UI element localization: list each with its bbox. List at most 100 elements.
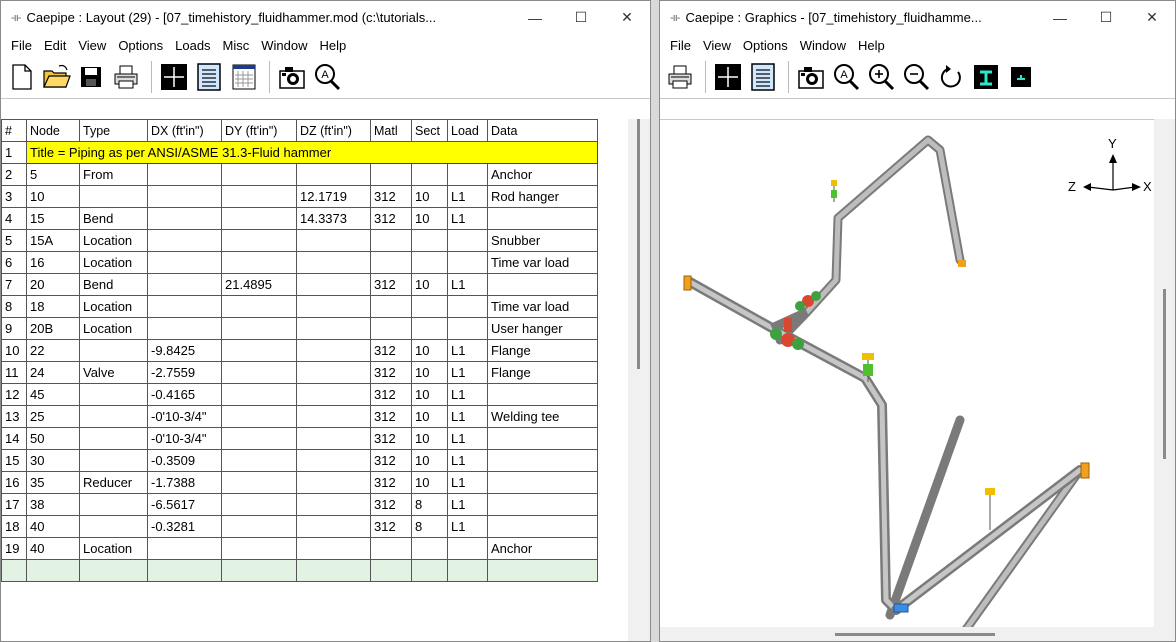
col-header-number[interactable]: # [1,119,27,142]
table-cell[interactable]: Location [79,537,148,560]
menu-view[interactable]: View [72,38,112,53]
table-cell[interactable]: 10 [411,273,448,296]
table-cell[interactable] [147,559,222,582]
table-cell[interactable] [221,207,297,230]
piping-model-view[interactable]: Y Z X [660,120,1156,640]
table-cell[interactable] [221,515,297,538]
table-cell[interactable] [296,427,371,450]
table-cell[interactable]: 15 [26,207,80,230]
table-cell[interactable] [221,251,297,274]
table-cell[interactable] [487,471,598,494]
table-row[interactable]: 16 35 Reducer -1.7388 312 10 L1 [1,471,598,494]
table-cell[interactable]: 312 [370,405,412,428]
zoom-in-icon[interactable] [865,61,897,93]
table-cell[interactable] [296,383,371,406]
list-view-icon[interactable] [193,61,225,93]
table-cell[interactable] [447,559,488,582]
table-cell[interactable] [79,185,148,208]
menu-options[interactable]: Options [112,38,169,53]
table-cell[interactable]: Rod hanger [487,185,598,208]
table-cell[interactable]: 312 [370,361,412,384]
table-cell[interactable] [221,537,297,560]
table-row[interactable]: 6 16 Location Time var load [1,251,598,274]
table-view-icon[interactable] [228,61,260,93]
table-cell[interactable]: -0'10-3/4" [147,427,222,450]
table-cell[interactable]: 312 [370,185,412,208]
table-cell[interactable] [221,493,297,516]
camera-icon[interactable] [276,61,308,93]
table-cell[interactable] [487,449,598,472]
table-cell[interactable]: -6.5617 [147,493,222,516]
table-cell[interactable] [296,537,371,560]
table-cell[interactable] [221,163,297,186]
print-icon[interactable] [664,61,696,93]
table-cell[interactable]: Bend [79,207,148,230]
table-cell[interactable] [79,427,148,450]
table-cell[interactable] [147,185,222,208]
crosshair-icon[interactable] [712,61,744,93]
table-cell[interactable]: L1 [447,185,488,208]
col-header-load[interactable]: Load [447,119,488,142]
table-cell[interactable] [1,559,27,582]
table-cell[interactable]: -1.7388 [147,471,222,494]
table-cell[interactable]: Time var load [487,251,598,274]
table-cell[interactable]: 10 [411,471,448,494]
table-cell[interactable] [447,251,488,274]
table-cell[interactable]: Location [79,317,148,340]
table-cell[interactable]: 10 [411,207,448,230]
table-row[interactable]: 3 10 12.1719 312 10 L1 Rod hanger [1,185,598,208]
table-cell[interactable] [411,537,448,560]
table-cell[interactable]: 20B [26,317,80,340]
menu-file[interactable]: File [5,38,38,53]
table-row[interactable]: 5 15A Location Snubber [1,229,598,252]
table-cell[interactable] [221,295,297,318]
table-cell[interactable] [487,427,598,450]
scrollbar-thumb[interactable] [1163,289,1166,459]
table-cell[interactable] [147,163,222,186]
table-cell[interactable] [221,471,297,494]
table-cell[interactable]: Snubber [487,229,598,252]
table-cell[interactable]: -0.3281 [147,515,222,538]
table-cell[interactable] [447,229,488,252]
table-cell[interactable]: 312 [370,383,412,406]
table-cell[interactable] [447,317,488,340]
table-cell[interactable]: Location [79,229,148,252]
col-header-data[interactable]: Data [487,119,598,142]
table-cell[interactable] [370,163,412,186]
table-cell[interactable]: 20 [26,273,80,296]
table-cell[interactable]: L1 [447,515,488,538]
table-cell[interactable] [487,383,598,406]
graphics-viewport[interactable]: Y Z X [660,119,1156,640]
table-row[interactable]: 10 22 -9.8425 312 10 L1 Flange [1,339,598,362]
table-cell[interactable]: 30 [26,449,80,472]
close-button[interactable]: ✕ [604,1,650,34]
camera-icon[interactable] [795,61,827,93]
table-row[interactable]: 4 15 Bend 14.3373 312 10 L1 [1,207,598,230]
table-cell[interactable] [79,339,148,362]
table-cell[interactable]: 25 [26,405,80,428]
table-cell[interactable] [487,559,598,582]
graphics-titlebar[interactable]: -ıı- Caepipe : Graphics - [07_timehistor… [660,1,1175,34]
maximize-button[interactable]: ☐ [558,1,604,34]
minimize-button[interactable]: — [512,1,558,34]
table-cell[interactable]: 5 [26,163,80,186]
table-cell[interactable]: -9.8425 [147,339,222,362]
table-cell[interactable]: L1 [447,361,488,384]
menu-loads[interactable]: Loads [169,38,216,53]
minimize-button[interactable]: — [1037,1,1083,34]
table-cell[interactable] [221,449,297,472]
table-cell[interactable]: L1 [447,339,488,362]
table-cell[interactable]: 16 [26,251,80,274]
col-header-sect[interactable]: Sect [411,119,448,142]
table-cell[interactable] [221,405,297,428]
print-icon[interactable] [110,61,142,93]
table-cell[interactable]: 312 [370,273,412,296]
table-cell[interactable]: -0.4165 [147,383,222,406]
menu-view[interactable]: View [697,38,737,53]
layout-titlebar[interactable]: -ıı- Caepipe : Layout (29) - [07_timehis… [1,1,650,34]
col-header-dz[interactable]: DZ (ft'in") [296,119,371,142]
table-cell[interactable] [147,317,222,340]
menu-misc[interactable]: Misc [217,38,256,53]
rotate-icon[interactable] [935,61,967,93]
table-row[interactable]: 12 45 -0.4165 312 10 L1 [1,383,598,406]
